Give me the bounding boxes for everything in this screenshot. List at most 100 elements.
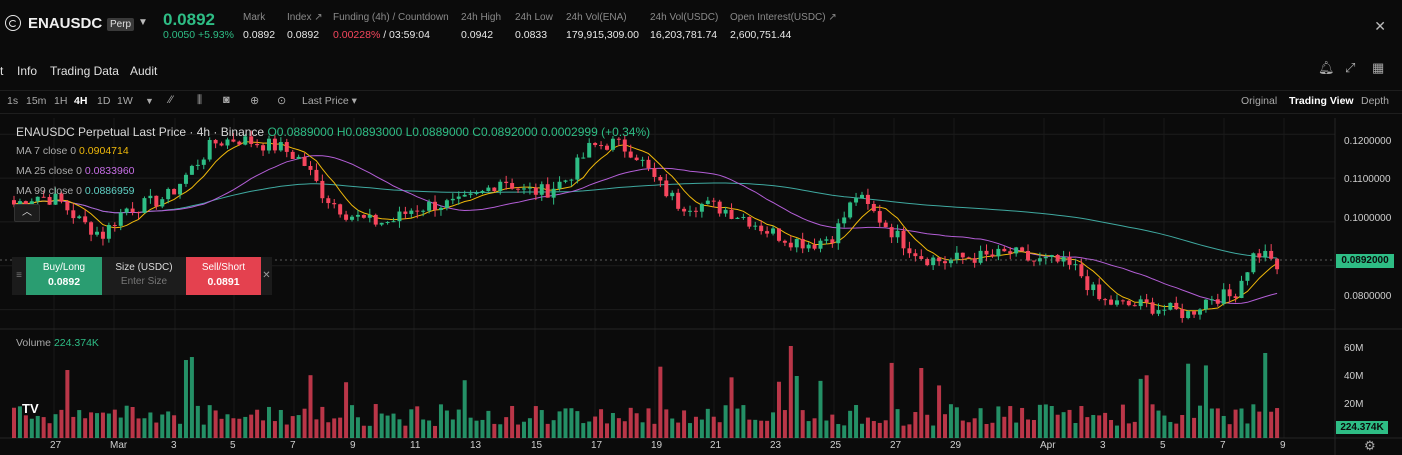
interval-1d[interactable]: 1D xyxy=(97,95,110,107)
volume-bar xyxy=(1245,423,1250,438)
funding-value: 0.00228% / 03:59:04 xyxy=(333,29,430,41)
candle-body xyxy=(859,194,864,199)
candle-body xyxy=(705,200,710,204)
interval-1s[interactable]: 1s xyxy=(7,95,18,107)
volume-bar xyxy=(901,425,906,438)
size-input[interactable]: Size (USDC) Enter Size xyxy=(102,257,186,295)
candle-body xyxy=(486,187,491,191)
candle-body xyxy=(676,192,681,209)
symbol-name[interactable]: ENAUSDC xyxy=(28,15,102,32)
volume-bar xyxy=(1061,412,1066,438)
volume-bar xyxy=(77,410,82,438)
collapse-legend-button[interactable]: ︿ xyxy=(14,204,40,222)
candle-body xyxy=(759,225,764,232)
interval-1h[interactable]: 1H xyxy=(54,95,67,107)
candle-body xyxy=(1227,289,1232,297)
sell-short-button[interactable]: Sell/Short 0.0891 xyxy=(186,257,261,295)
volume-bar xyxy=(409,409,414,438)
volume-bar xyxy=(895,409,900,438)
indicator-icon[interactable]: ⁄⁄ xyxy=(169,94,173,106)
volume-bar xyxy=(474,420,479,438)
candle-body xyxy=(450,198,455,201)
volume-bar xyxy=(308,375,313,438)
candle-body xyxy=(1103,299,1108,301)
volume-bar xyxy=(1014,422,1019,438)
candle-body xyxy=(960,252,965,258)
open-interest-label[interactable]: Open Interest(USDC) ↗ xyxy=(730,12,837,23)
volume-bar xyxy=(771,412,776,438)
candle-body xyxy=(296,156,301,160)
view-depth[interactable]: Depth xyxy=(1361,95,1389,107)
volume-bar xyxy=(225,414,230,438)
camera-icon[interactable]: ◙ xyxy=(223,94,230,106)
x-tick-label: 25 xyxy=(830,440,842,451)
volume-bar xyxy=(1120,404,1125,438)
volume-bar xyxy=(1049,405,1054,438)
candle-body xyxy=(95,231,100,235)
volume-bar xyxy=(759,420,764,438)
x-tick-label: 11 xyxy=(410,440,421,451)
candle-body xyxy=(47,196,52,205)
high-value: 0.0942 xyxy=(461,29,494,41)
candle-type-icon[interactable]: ⫼ xyxy=(197,94,202,107)
ma25-label: MA 25 close 0 xyxy=(16,165,82,177)
close-trade-widget-icon[interactable]: ✕ xyxy=(261,257,272,295)
volume-bar xyxy=(551,420,556,438)
candle-body xyxy=(1020,247,1025,251)
volume-bar xyxy=(800,410,805,438)
symbol-swap-icon[interactable] xyxy=(5,15,21,31)
interval-1w[interactable]: 1W xyxy=(117,95,133,107)
x-tick-label: 7 xyxy=(290,440,296,451)
candle-body xyxy=(634,157,639,161)
view-trading-view[interactable]: Trading View xyxy=(1289,95,1354,107)
size-placeholder: Enter Size xyxy=(120,276,168,287)
tab-audit[interactable]: Audit xyxy=(130,64,157,78)
volume-bar xyxy=(29,418,34,438)
index-label[interactable]: Index ↗ xyxy=(287,12,323,23)
candle-body xyxy=(397,211,402,222)
candle-body xyxy=(954,252,959,260)
chart-settings-icon[interactable]: ⚙ xyxy=(1364,438,1376,454)
candle-body xyxy=(231,139,236,142)
close-icon[interactable]: ✕ xyxy=(1374,18,1386,35)
interval-4h[interactable]: 4H xyxy=(74,95,87,107)
price-type-select[interactable]: Last Price ▾ xyxy=(302,95,357,107)
bell-icon[interactable]: 🔔︎ xyxy=(1318,60,1335,76)
drag-handle-icon[interactable]: ≡ xyxy=(12,257,26,295)
candle-body xyxy=(693,210,698,212)
symbol-dropdown-icon[interactable]: ▼ xyxy=(138,17,148,28)
volume-bar xyxy=(338,417,343,438)
candle-body xyxy=(1120,300,1125,302)
expand-icon[interactable]: ⤢ xyxy=(1345,60,1355,76)
tab-info[interactable]: Info xyxy=(17,64,37,78)
candle-body xyxy=(355,214,360,217)
candle-body xyxy=(492,187,497,192)
volume-bar xyxy=(266,406,271,438)
interval-dropdown-icon[interactable]: ▼ xyxy=(145,96,154,106)
volume-bar xyxy=(984,423,989,438)
settings-icon[interactable]: ⊙ xyxy=(277,94,286,107)
volume-bar xyxy=(937,385,942,438)
add-icon[interactable]: ⊕ xyxy=(250,94,259,107)
candle-body xyxy=(806,244,811,249)
interval-15m[interactable]: 15m xyxy=(26,95,46,107)
candle-body xyxy=(812,244,817,249)
volume-bar xyxy=(89,412,94,438)
volume-bar xyxy=(883,420,888,438)
funding-countdown: / 03:59:04 xyxy=(383,29,430,41)
open-interest-value: 2,600,751.44 xyxy=(730,29,792,41)
candle-body xyxy=(1263,250,1268,258)
tab-trading-data[interactable]: Trading Data xyxy=(50,64,119,78)
volume-bar xyxy=(249,414,254,438)
candle-body xyxy=(1114,300,1119,305)
x-tick-label: 27 xyxy=(50,440,62,451)
volume-bar xyxy=(444,410,449,438)
grid-layout-icon[interactable]: ▦ xyxy=(1372,60,1384,76)
volume-bar xyxy=(12,407,16,438)
candle-body xyxy=(1245,272,1250,281)
tab-chart[interactable]: t xyxy=(0,64,3,78)
view-original[interactable]: Original xyxy=(1241,95,1277,107)
buy-long-button[interactable]: Buy/Long 0.0892 xyxy=(26,257,102,295)
candle-body xyxy=(1067,257,1072,265)
candle-body xyxy=(1091,284,1096,291)
